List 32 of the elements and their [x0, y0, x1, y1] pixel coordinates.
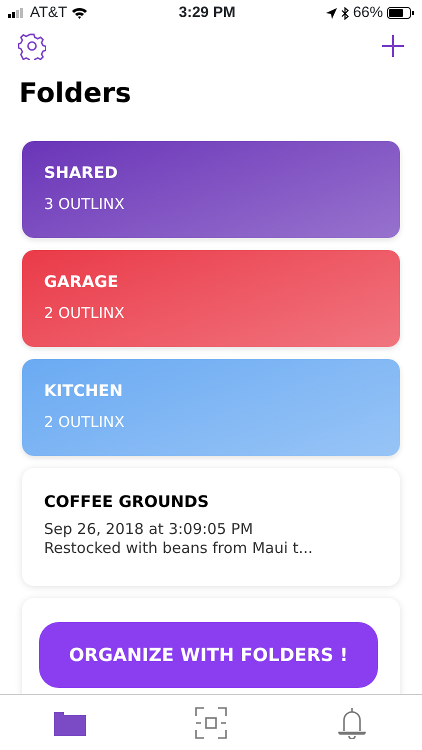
battery-icon — [387, 7, 414, 19]
folder-card[interactable]: GARAGE 2 OUTLINX — [22, 250, 400, 346]
carrier-name: AT&T — [30, 2, 68, 23]
tab-button[interactable] — [194, 706, 227, 738]
folder-title: GARAGE — [44, 270, 120, 292]
folder-count: 2 OUTLINX — [44, 412, 126, 432]
folder-title: KITCHEN — [44, 380, 124, 402]
note-title: COFFEE GROUNDS — [44, 490, 210, 512]
settings-icon — [18, 32, 46, 60]
page-title: Folders — [18, 77, 132, 111]
promo-toast[interactable]: ORGANIZE WITH FOLDERS ! — [39, 622, 378, 688]
signal-icon — [8, 8, 26, 18]
scan-icon — [194, 706, 227, 738]
note-preview: Restocked with beans from Maui t... — [44, 539, 314, 558]
folder-icon — [54, 710, 86, 736]
settings-button[interactable] — [18, 32, 46, 60]
battery-percent: 66% — [352, 2, 383, 23]
folder-card[interactable]: SHARED 3 OUTLINX — [22, 140, 400, 238]
tab-button[interactable] — [336, 706, 368, 738]
location-icon — [326, 8, 337, 18]
note-card[interactable]: COFFEE GROUNDS Sep 26, 2018 at 3:09:05 PM Restocked with beans from Maui t... — [22, 468, 400, 586]
folder-count: 3 OUTLINX — [44, 194, 126, 214]
tab-button[interactable] — [54, 710, 86, 736]
folder-count: 2 OUTLINX — [44, 302, 126, 324]
wifi-icon — [71, 7, 88, 19]
note-date: Sep 26, 2018 at 3:09:05 PM — [44, 520, 254, 539]
folder-title: SHARED — [44, 162, 119, 184]
bluetooth-icon — [340, 6, 349, 20]
bell-icon — [336, 706, 368, 738]
add-icon — [382, 35, 404, 57]
add-button[interactable] — [382, 35, 404, 57]
status-time: 3:29 PM — [178, 2, 236, 23]
